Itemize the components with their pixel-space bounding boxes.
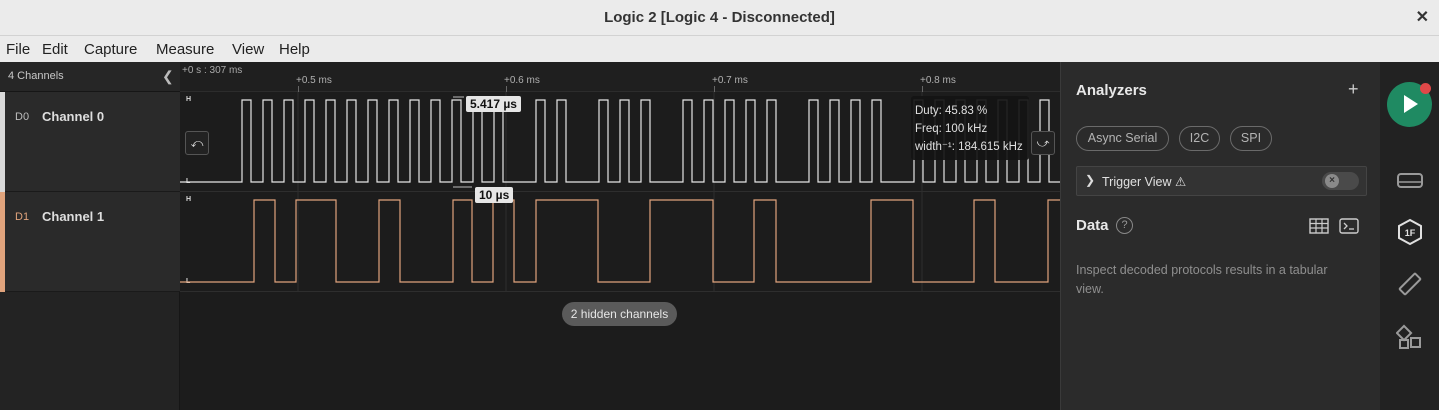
channel-color-bar	[0, 92, 5, 192]
time-tick: +0.7 ms	[712, 75, 748, 86]
trigger-view-toggle[interactable]: ×	[1322, 172, 1359, 190]
channel-1-waveform	[180, 199, 1060, 283]
help-icon[interactable]: ?	[1116, 217, 1133, 234]
menu-view[interactable]: View	[232, 41, 264, 58]
next-edge-icon[interactable]: ⤻	[1031, 131, 1055, 155]
time-tick: +0.5 ms	[296, 75, 332, 86]
right-rail: 1F	[1380, 62, 1439, 410]
channel-row-0[interactable]: D0 Channel 0	[0, 92, 180, 192]
window-title: Logic 2 [Logic 4 - Disconnected]	[604, 9, 835, 26]
menu-bar: File Edit Capture Measure View Help	[0, 36, 1439, 62]
data-title: Data	[1076, 217, 1109, 234]
prev-edge-icon[interactable]: ⤺	[185, 131, 209, 155]
data-description: Inspect decoded protocols results in a t…	[1076, 263, 1328, 296]
trigger-view-row[interactable]: ❯ Trigger View ⚠ ×	[1076, 166, 1367, 196]
menu-capture[interactable]: Capture	[84, 41, 137, 58]
ruler-icon[interactable]	[1396, 270, 1424, 298]
analyzers-title: Analyzers	[1076, 82, 1147, 99]
record-indicator	[1420, 83, 1431, 94]
toggle-knob: ×	[1325, 174, 1339, 188]
analyzers-panel: Analyzers + Async Serial I2C SPI ❯ Trigg…	[1060, 62, 1380, 410]
spi-chip[interactable]: SPI	[1230, 126, 1272, 151]
time-origin: +0 s : 307 ms	[182, 65, 243, 76]
i2c-chip[interactable]: I2C	[1179, 126, 1220, 151]
title-bar: Logic 2 [Logic 4 - Disconnected] ✕	[0, 0, 1439, 36]
freq-text: Freq: 100 kHz	[915, 123, 988, 135]
channel-count: 4 Channels	[8, 70, 64, 82]
menu-measure[interactable]: Measure	[156, 41, 214, 58]
table-icon[interactable]	[1309, 218, 1329, 234]
one-f-text: 1F	[1405, 228, 1416, 238]
waveform-area[interactable]: +0 s : 307 ms +0.5 ms +0.6 ms +0.7 ms +0…	[180, 62, 1060, 410]
async-serial-chip[interactable]: Async Serial	[1076, 126, 1169, 151]
menu-help[interactable]: Help	[279, 41, 310, 58]
play-triangle	[1404, 95, 1418, 113]
menu-edit[interactable]: Edit	[42, 41, 68, 58]
channel-color-bar	[0, 192, 5, 292]
pulse-width-label: 5.417 µs	[466, 96, 521, 112]
channel-id: D0	[15, 111, 30, 123]
chevron-right-icon: ❯	[1085, 173, 1096, 187]
channel-name[interactable]: Channel 1	[42, 209, 104, 224]
device-icon[interactable]	[1396, 166, 1424, 194]
analyzer-1f-icon[interactable]: 1F	[1396, 218, 1424, 246]
trigger-view-label: Trigger View ⚠	[1102, 175, 1187, 189]
time-tick: +0.6 ms	[504, 75, 540, 86]
plus-icon[interactable]: +	[1348, 79, 1359, 100]
terminal-icon[interactable]	[1339, 218, 1359, 234]
channel-id: D1	[15, 211, 30, 223]
width-text: width⁻¹: 184.615 kHz	[915, 141, 1023, 153]
menu-file[interactable]: File	[6, 41, 30, 58]
channel-header: 4 Channels ❮	[0, 62, 180, 92]
period-label: 10 µs	[475, 187, 514, 203]
chevron-left-icon[interactable]: ❮	[162, 68, 174, 85]
measurement-tooltip: Duty: 45.83 % Freq: 100 kHz width⁻¹: 184…	[911, 96, 1029, 160]
duty-text: Duty: 45.83 %	[915, 105, 988, 117]
channel-sidebar: 4 Channels ❮ D0 Channel 0 D1 Channel 1	[0, 62, 180, 410]
extensions-icon[interactable]	[1396, 324, 1424, 352]
channel-name[interactable]: Channel 0	[42, 109, 104, 124]
time-tick: +0.8 ms	[920, 75, 956, 86]
play-icon[interactable]	[1387, 82, 1432, 127]
hidden-channels-button[interactable]: 2 hidden channels	[562, 302, 677, 326]
close-icon[interactable]: ✕	[1416, 7, 1429, 27]
channel-row-1[interactable]: D1 Channel 1	[0, 192, 180, 292]
time-ruler[interactable]: +0 s : 307 ms +0.5 ms +0.6 ms +0.7 ms +0…	[180, 62, 1060, 92]
